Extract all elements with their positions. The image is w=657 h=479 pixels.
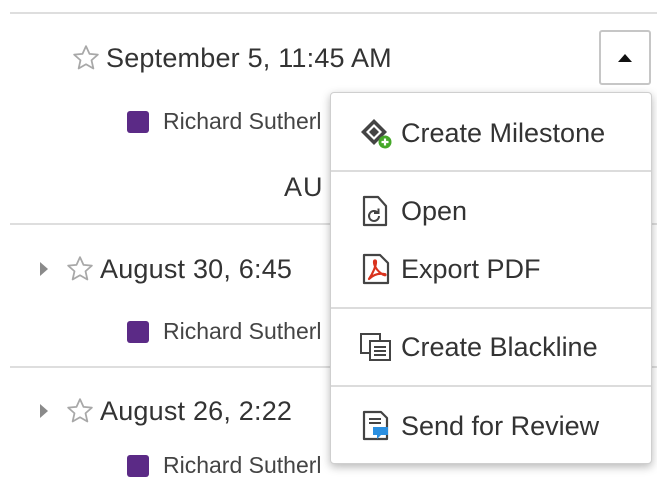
version-author: Richard Sutherl <box>127 108 322 135</box>
author-color-swatch <box>127 110 149 133</box>
expand-triangle-icon[interactable] <box>38 257 60 281</box>
export-pdf-icon <box>359 250 393 288</box>
menu-separator <box>331 170 651 172</box>
create-blackline-icon <box>359 328 393 366</box>
send-for-review-icon <box>359 407 393 445</box>
menu-item-create-blackline[interactable]: Create Blackline <box>331 322 651 372</box>
version-date: August 30, 6:45 <box>100 253 293 284</box>
menu-separator <box>331 385 651 387</box>
menu-item-create-milestone[interactable]: Create Milestone <box>331 108 651 158</box>
menu-separator <box>331 307 651 309</box>
menu-item-label: Open <box>401 195 468 226</box>
menu-item-open[interactable]: Open <box>331 186 651 236</box>
version-entry-date-row: September 5, 11:45 AM <box>44 41 392 75</box>
author-name: Richard Sutherl <box>163 108 322 134</box>
author-name: Richard Sutherl <box>163 452 322 478</box>
author-name: Richard Sutherl <box>163 318 322 344</box>
version-actions-dropdown-button[interactable] <box>599 30 651 85</box>
create-milestone-icon <box>359 114 393 152</box>
star-icon[interactable] <box>60 252 100 286</box>
star-icon[interactable] <box>66 41 106 75</box>
month-group-header: AU <box>284 172 324 202</box>
open-icon <box>359 192 393 230</box>
caret-up-icon <box>618 53 632 62</box>
menu-item-label: Create Blackline <box>401 331 598 362</box>
divider <box>10 12 657 14</box>
expand-triangle-icon[interactable] <box>38 399 60 423</box>
author-color-swatch <box>127 454 149 477</box>
menu-item-export-pdf[interactable]: Export PDF <box>331 244 651 294</box>
author-color-swatch <box>127 320 149 343</box>
menu-item-label: Create Milestone <box>401 117 606 148</box>
menu-item-label: Export PDF <box>401 253 541 284</box>
version-date: September 5, 11:45 AM <box>106 42 392 73</box>
version-actions-menu: Create Milestone Open Export PDF Create … <box>330 92 652 464</box>
menu-item-label: Send for Review <box>401 410 600 441</box>
version-entry-date-row: August 26, 2:22 <box>38 394 292 428</box>
menu-item-send-for-review[interactable]: Send for Review <box>331 401 651 451</box>
version-author: Richard Sutherl <box>127 318 322 345</box>
star-icon[interactable] <box>60 394 100 428</box>
version-entry-date-row: August 30, 6:45 <box>38 252 292 286</box>
version-author: Richard Sutherl <box>127 452 322 479</box>
version-date: August 26, 2:22 <box>100 395 293 426</box>
